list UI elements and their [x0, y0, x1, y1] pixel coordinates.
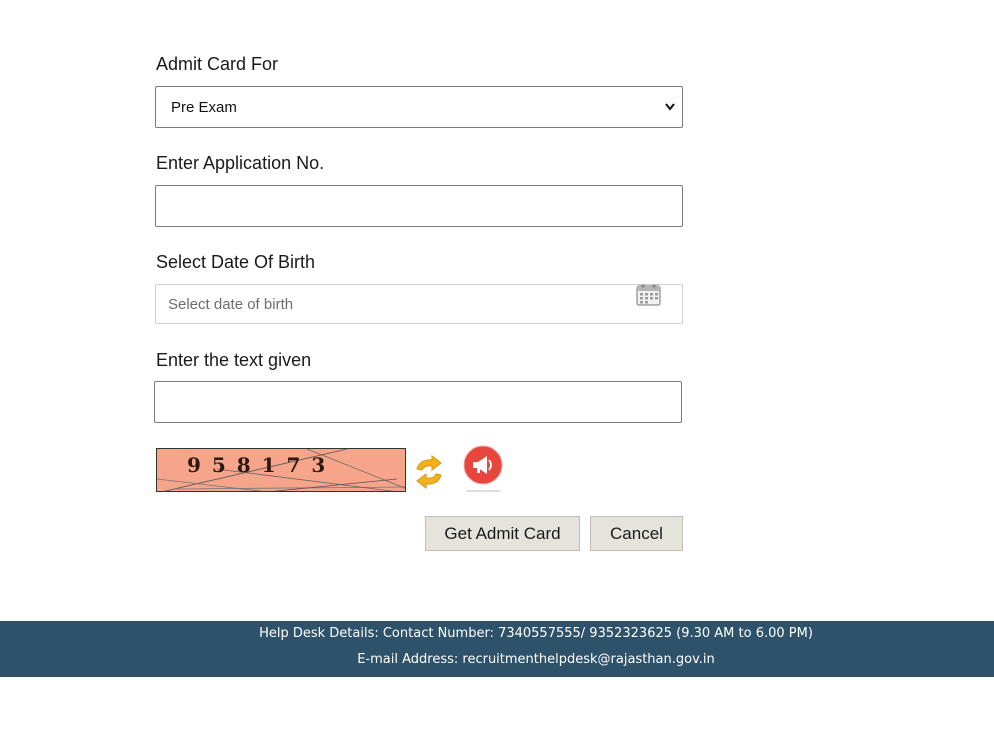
captcha-text: 9 5 8 1 7 3	[187, 453, 328, 477]
refresh-captcha-icon[interactable]	[412, 454, 446, 490]
captcha-input[interactable]	[154, 381, 682, 423]
captcha-label: Enter the text given	[156, 350, 312, 370]
dob-input[interactable]: Select date of birth	[155, 284, 683, 324]
dob-placeholder: Select date of birth	[168, 295, 294, 313]
captcha-image: 9 5 8 1 7 3	[156, 448, 406, 492]
dob-label: Select Date Of Birth	[156, 252, 316, 272]
application-no-label: Enter Application No.	[156, 153, 325, 173]
calendar-icon[interactable]	[636, 283, 661, 306]
application-no-input[interactable]	[155, 185, 683, 227]
chevron-down-icon	[665, 103, 675, 111]
admit-card-for-select[interactable]: Pre Exam	[155, 86, 683, 128]
helpdesk-contact: Help Desk Details: Contact Number: 73405…	[259, 626, 813, 641]
admit-card-for-value: Pre Exam	[171, 98, 237, 116]
get-admit-card-button[interactable]: Get Admit Card	[425, 516, 580, 551]
audio-captcha-icon[interactable]	[463, 445, 503, 493]
helpdesk-email: E-mail Address: recruitmenthelpdesk@raja…	[357, 652, 715, 667]
footer: Help Desk Details: Contact Number: 73405…	[0, 621, 994, 677]
cancel-button[interactable]: Cancel	[590, 516, 683, 551]
admit-card-for-label: Admit Card For	[156, 54, 279, 74]
